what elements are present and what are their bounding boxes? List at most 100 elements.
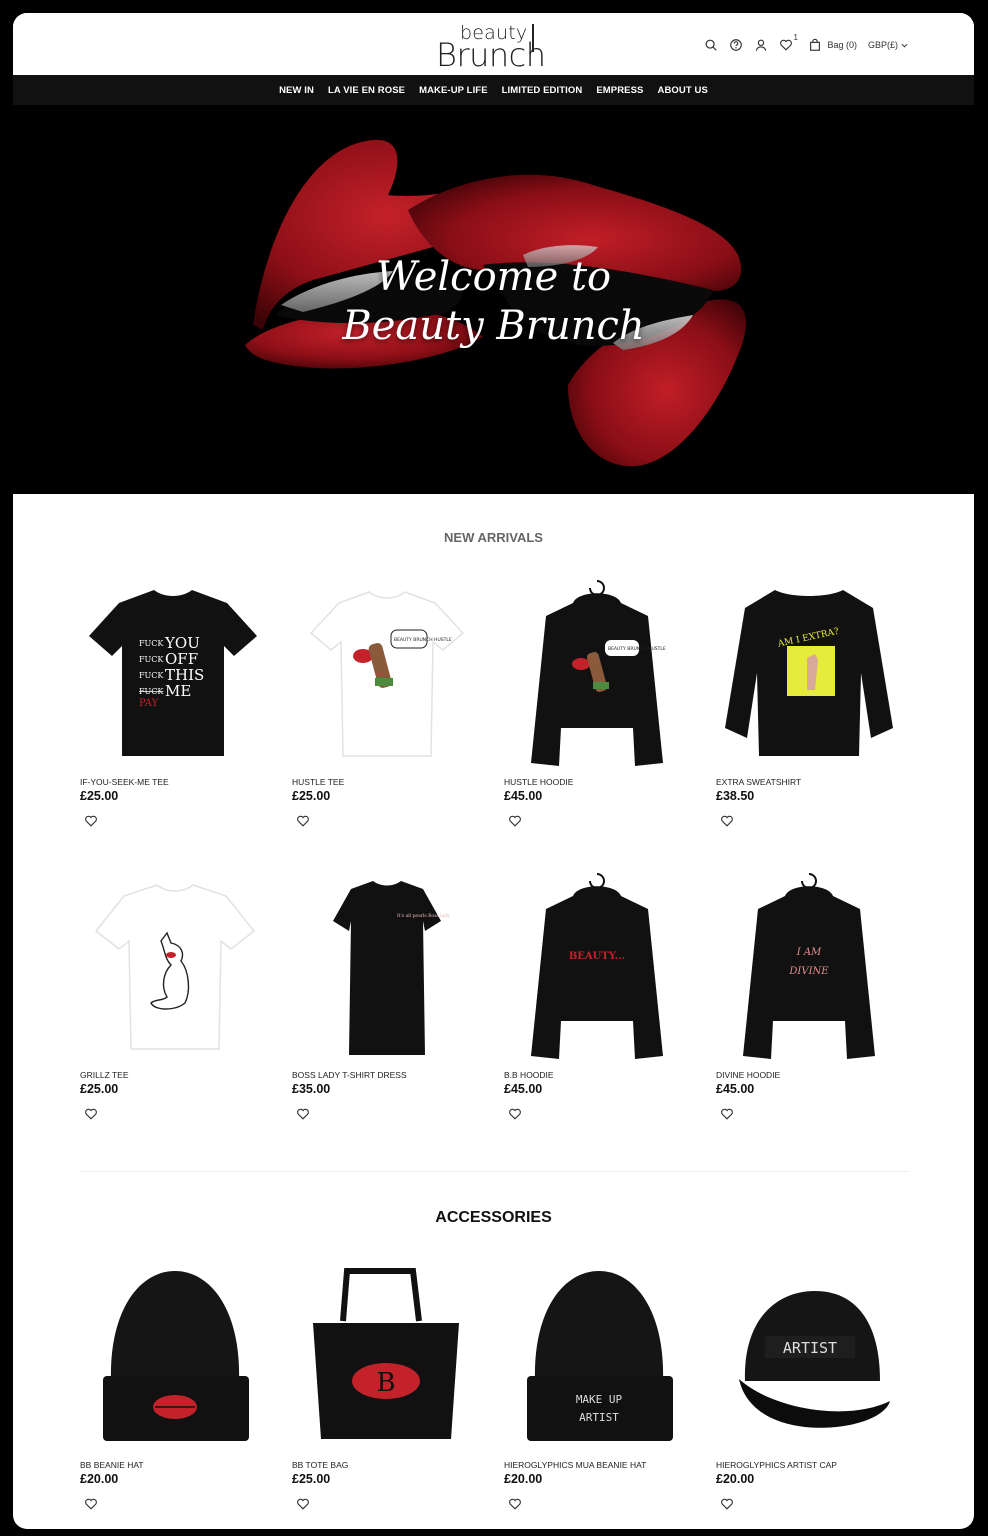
wishlist-heart-icon[interactable] bbox=[296, 1107, 310, 1121]
product-name[interactable]: HIEROGLYPHICS ARTIST CAP bbox=[716, 1460, 837, 1470]
new-arrivals-grid-row-1: FUCK YOU FUCK OFF FUCK THIS FUCK ME PAY … bbox=[73, 578, 923, 848]
product-image[interactable]: FUCK YOU FUCK OFF FUCK THIS FUCK ME PAY bbox=[79, 578, 267, 768]
print-text: FUCK bbox=[139, 687, 164, 696]
site-logo[interactable]: beauty Brunch bbox=[436, 22, 556, 74]
wishlist-heart-icon[interactable] bbox=[296, 1497, 310, 1511]
product-name[interactable]: HIEROGLYPHICS MUA BEANIE HAT bbox=[504, 1460, 646, 1470]
product-card[interactable]: BEAUTY BRUNCH HUSTLE HUSTLE TEE £25.00 bbox=[285, 578, 497, 848]
product-card[interactable]: GRILLZ TEE £25.00 bbox=[73, 871, 285, 1141]
wishlist-heart-icon[interactable] bbox=[720, 1497, 734, 1511]
product-name[interactable]: IF-YOU-SEEK-ME TEE bbox=[80, 777, 169, 787]
product-card[interactable]: B BB TOTE BAG £25.00 bbox=[285, 1261, 497, 1529]
currency-selector[interactable]: GBP(£) bbox=[868, 37, 908, 53]
hero-line-1: Welcome to bbox=[375, 254, 612, 300]
print-text: I AM bbox=[796, 947, 822, 958]
new-arrivals-grid-row-2: GRILLZ TEE £25.00 It's all pearls Boss l… bbox=[73, 871, 923, 1141]
print-text: BEAUTY... bbox=[569, 951, 625, 962]
chevron-down-icon bbox=[900, 37, 908, 53]
accessories-grid: BB BEANIE HAT £20.00 B BB TOTE BAG £25.0… bbox=[73, 1261, 923, 1529]
wishlist-heart-icon[interactable] bbox=[508, 814, 522, 828]
accessories-title: ACCESSORIES bbox=[435, 1209, 552, 1226]
wishlist-heart-icon[interactable] bbox=[720, 814, 734, 828]
product-image[interactable]: BEAUTY BRUNCH HUSTLE bbox=[503, 578, 691, 768]
nav-about-us[interactable]: ABOUT US bbox=[657, 85, 707, 96]
print-text: ARTIST bbox=[579, 1411, 619, 1424]
product-image[interactable]: AM I EXTRA? bbox=[715, 578, 903, 768]
wishlist-heart-icon[interactable] bbox=[508, 1107, 522, 1121]
product-card[interactable]: It's all pearls Boss lady BOSS LADY T-SH… bbox=[285, 871, 497, 1141]
print-text: MAKE UP bbox=[576, 1393, 623, 1406]
product-image[interactable]: BEAUTY... bbox=[503, 871, 691, 1061]
product-price: £25.00 bbox=[80, 789, 119, 803]
wishlist-heart-icon[interactable] bbox=[84, 1107, 98, 1121]
product-image[interactable] bbox=[79, 1261, 267, 1451]
hero-title: Welcome to Beauty Brunch bbox=[13, 253, 974, 351]
print-text: FUCK bbox=[139, 671, 164, 680]
product-name[interactable]: HUSTLE TEE bbox=[292, 777, 344, 787]
product-name[interactable]: B.B HOODIE bbox=[504, 1070, 554, 1080]
print-text: PAY bbox=[139, 698, 159, 709]
wishlist-icon[interactable]: 1 bbox=[778, 33, 798, 53]
product-card[interactable]: BEAUTY BRUNCH HUSTLE HUSTLE HOODIE £45.0… bbox=[497, 578, 709, 848]
product-image[interactable]: I AM DIVINE bbox=[715, 871, 903, 1061]
product-name[interactable]: BB BEANIE HAT bbox=[80, 1460, 144, 1470]
product-name[interactable]: BOSS LADY T-SHIRT DRESS bbox=[292, 1070, 407, 1080]
print-text: It's all pearls Boss lady bbox=[397, 913, 450, 919]
product-price: £38.50 bbox=[716, 789, 755, 803]
product-card[interactable]: MAKE UP ARTIST HIEROGLYPHICS MUA BEANIE … bbox=[497, 1261, 709, 1529]
product-price: £20.00 bbox=[80, 1472, 119, 1486]
product-image[interactable] bbox=[79, 871, 267, 1061]
wishlist-heart-icon[interactable] bbox=[720, 1107, 734, 1121]
search-icon[interactable] bbox=[703, 37, 719, 53]
product-card[interactable]: ARTIST HIEROGLYPHICS ARTIST CAP £20.00 bbox=[709, 1261, 921, 1529]
product-price: £25.00 bbox=[292, 1472, 331, 1486]
main-nav: NEW IN LA VIE EN ROSE MAKE-UP LIFE LIMIT… bbox=[13, 75, 974, 105]
bag-icon bbox=[807, 37, 823, 53]
site-header: beauty Brunch 1 Bag (0) GBP(£) bbox=[13, 13, 974, 75]
currency-label: GBP(£) bbox=[867, 40, 898, 50]
hero-banner[interactable]: Welcome to Beauty Brunch bbox=[13, 105, 974, 494]
nav-make-up-life[interactable]: MAKE-UP LIFE bbox=[419, 85, 488, 96]
product-price: £25.00 bbox=[80, 1082, 119, 1096]
wishlist-heart-icon[interactable] bbox=[296, 814, 310, 828]
nav-la-vie-en-rose[interactable]: LA VIE EN ROSE bbox=[328, 85, 405, 96]
product-card[interactable]: AM I EXTRA? EXTRA SWEATSHIRT £38.50 bbox=[709, 578, 921, 848]
product-name[interactable]: GRILLZ TEE bbox=[80, 1070, 129, 1080]
bag-button[interactable]: Bag (0) bbox=[807, 37, 857, 53]
product-image[interactable]: BEAUTY BRUNCH HUSTLE bbox=[291, 578, 479, 768]
wishlist-count: 1 bbox=[793, 33, 798, 42]
product-card[interactable]: BEAUTY... B.B HOODIE £45.00 bbox=[497, 871, 709, 1141]
print-text: ARTIST bbox=[783, 1339, 837, 1357]
product-card[interactable]: BB BEANIE HAT £20.00 bbox=[73, 1261, 285, 1529]
product-price: £45.00 bbox=[504, 1082, 543, 1096]
product-name[interactable]: BB TOTE BAG bbox=[292, 1460, 348, 1470]
product-image[interactable]: MAKE UP ARTIST bbox=[503, 1261, 691, 1451]
product-image[interactable]: ARTIST bbox=[715, 1261, 903, 1451]
product-image[interactable]: It's all pearls Boss lady bbox=[291, 871, 479, 1061]
header-tools: 1 Bag (0) GBP(£) bbox=[703, 33, 908, 55]
print-text: FUCK bbox=[139, 655, 164, 664]
wishlist-heart-icon[interactable] bbox=[84, 814, 98, 828]
print-text: ME bbox=[165, 682, 191, 700]
new-arrivals-title: NEW ARRIVALS bbox=[444, 530, 543, 545]
product-name[interactable]: EXTRA SWEATSHIRT bbox=[716, 777, 801, 787]
nav-empress[interactable]: EMPRESS bbox=[596, 85, 643, 96]
hero-line-2: Beauty Brunch bbox=[342, 303, 645, 349]
product-card[interactable]: I AM DIVINE DIVINE HOODIE £45.00 bbox=[709, 871, 921, 1141]
product-card[interactable]: FUCK YOU FUCK OFF FUCK THIS FUCK ME PAY … bbox=[73, 578, 285, 848]
product-name[interactable]: HUSTLE HOODIE bbox=[504, 777, 573, 787]
product-image[interactable]: B bbox=[291, 1261, 479, 1451]
print-text: B bbox=[376, 1368, 395, 1398]
section-divider bbox=[80, 1171, 908, 1172]
wishlist-heart-icon[interactable] bbox=[508, 1497, 522, 1511]
help-icon[interactable] bbox=[728, 37, 744, 53]
account-icon[interactable] bbox=[753, 37, 769, 53]
product-name[interactable]: DIVINE HOODIE bbox=[716, 1070, 780, 1080]
nav-new-in[interactable]: NEW IN bbox=[279, 85, 314, 96]
product-price: £45.00 bbox=[716, 1082, 755, 1096]
wishlist-heart-icon[interactable] bbox=[84, 1497, 98, 1511]
print-text: BEAUTY BRUNCH HUSTLE bbox=[394, 637, 452, 643]
print-text: BEAUTY BRUNCH HUSTLE bbox=[608, 646, 666, 652]
nav-limited-edition[interactable]: LIMITED EDITION bbox=[502, 85, 583, 96]
product-price: £35.00 bbox=[292, 1082, 331, 1096]
